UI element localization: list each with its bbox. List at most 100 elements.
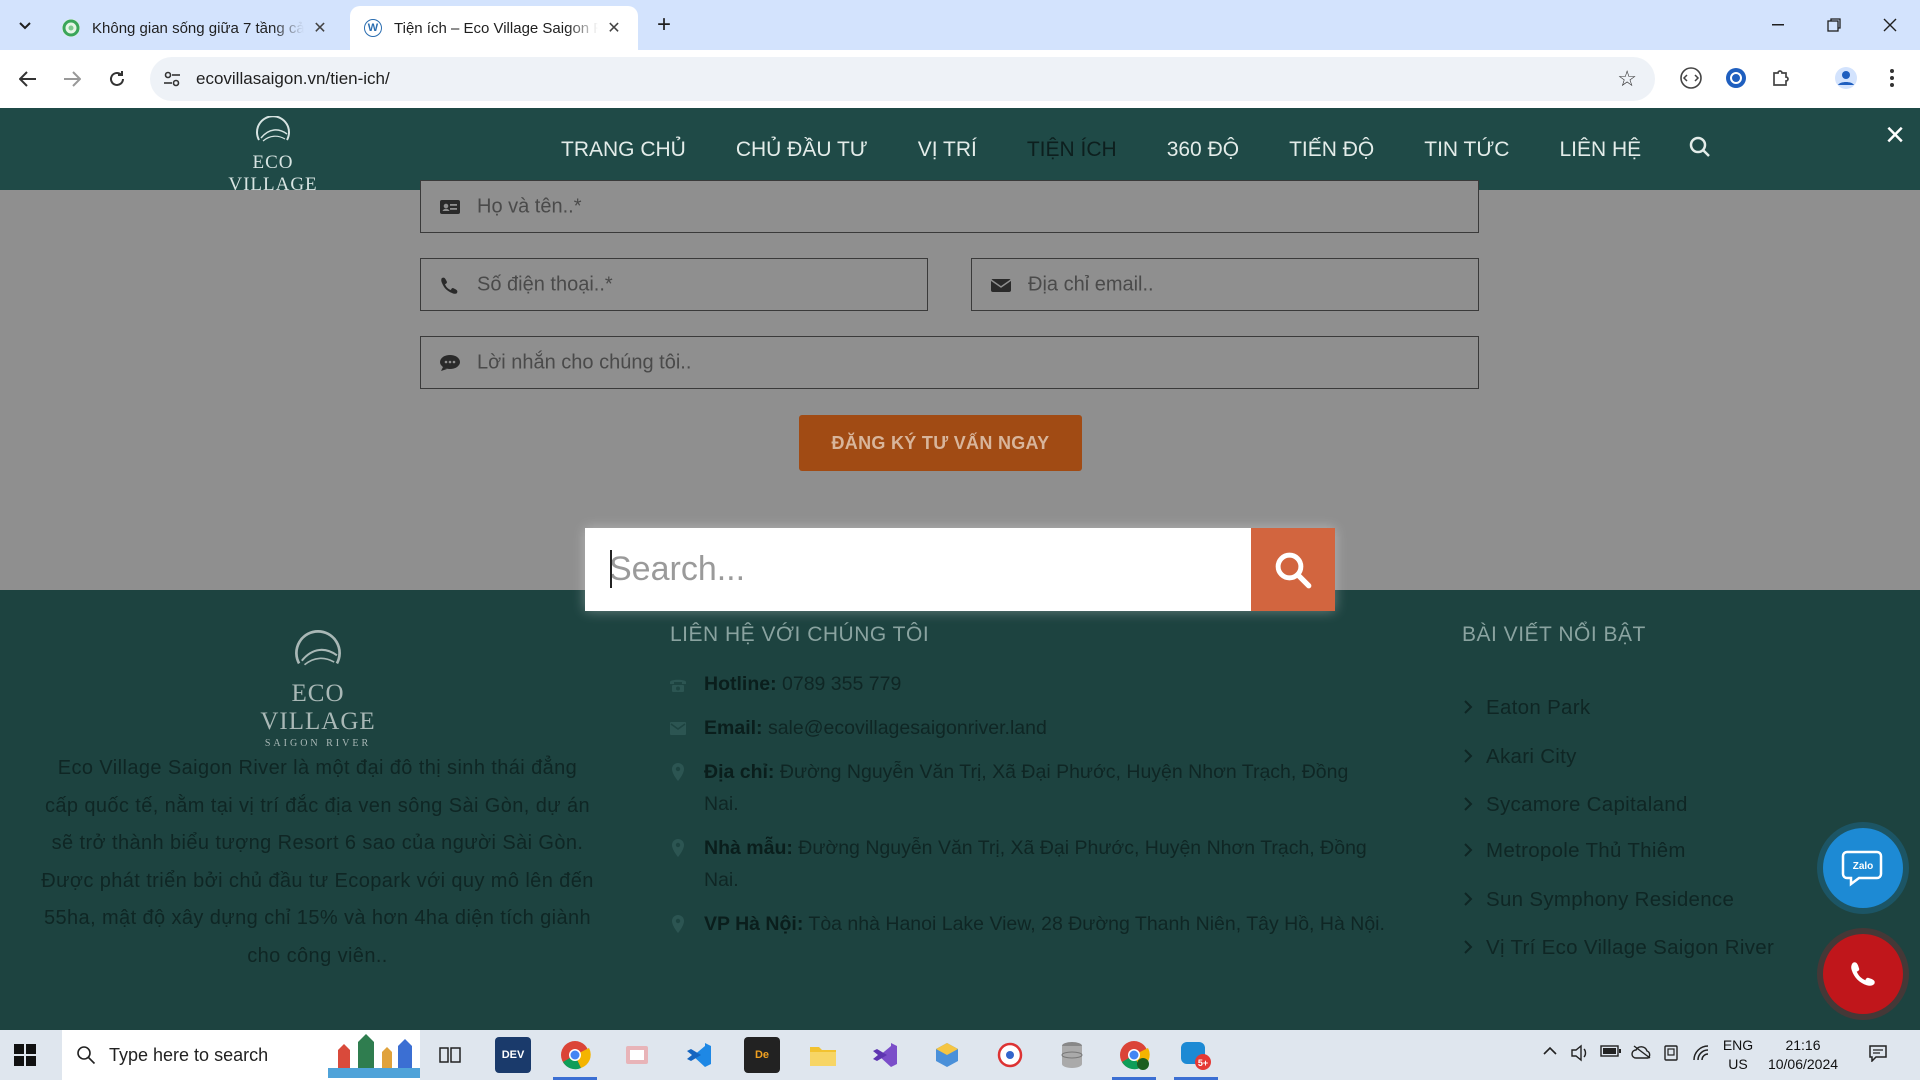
wifi-icon[interactable] [1692, 1044, 1712, 1065]
phone-icon [670, 679, 686, 692]
onedrive-icon[interactable] [1631, 1044, 1653, 1063]
hotline-value[interactable]: 0789 355 779 [782, 673, 901, 695]
search-input[interactable] [585, 528, 1251, 611]
post-link[interactable]: Akari City [1462, 745, 1577, 769]
chrome-icon[interactable] [557, 1037, 593, 1073]
text-caret [610, 550, 612, 588]
about-text: Eco Village Saigon River là một đại đô t… [41, 757, 594, 967]
phone-field[interactable]: Số điện thoại..* [420, 258, 928, 311]
post-link[interactable]: Vị Trí Eco Village Saigon River [1462, 936, 1774, 960]
visual-studio-icon[interactable] [867, 1037, 903, 1073]
clock-time: 21:16 [1785, 1037, 1821, 1053]
3d-app-icon[interactable] [929, 1037, 965, 1073]
database-icon[interactable] [1054, 1037, 1090, 1073]
call-button[interactable] [1823, 934, 1903, 1014]
email-placeholder: Địa chỉ email.. [1028, 273, 1154, 295]
phone-placeholder: Số điện thoại..* [477, 273, 613, 295]
chrome-profile-icon[interactable] [1116, 1037, 1152, 1073]
name-field[interactable]: Họ và tên..* [420, 180, 1479, 233]
search-icon [1275, 552, 1312, 588]
post-link[interactable]: Sycamore Capitaland [1462, 793, 1688, 817]
forward-button[interactable] [56, 63, 88, 95]
minimize-button[interactable] [1750, 0, 1806, 50]
id-card-icon [440, 199, 460, 214]
password-extension-icon[interactable] [1722, 64, 1750, 92]
address-label: Địa chỉ: [704, 761, 775, 783]
snipping-tool-icon[interactable] [619, 1037, 655, 1073]
tab-inactive[interactable]: Không gian sống giữa 7 tầng cảnh quan ✕ [48, 6, 344, 50]
nav-item-chu-dau-tu[interactable]: CHỦ ĐẦU TƯ [736, 138, 868, 162]
close-search-overlay-button[interactable]: × [1880, 118, 1910, 152]
close-tab-icon[interactable]: ✕ [604, 18, 624, 38]
nav-item-trang-chu[interactable]: TRANG CHỦ [561, 138, 686, 162]
task-view-icon[interactable] [432, 1037, 468, 1073]
register-consult-button[interactable]: ĐĂNG KÝ TƯ VẤN NGAY [799, 415, 1082, 471]
tab-search-button[interactable] [10, 11, 40, 41]
vscode-icon[interactable] [681, 1037, 717, 1073]
restore-button[interactable] [1806, 0, 1862, 50]
file-explorer-icon[interactable] [805, 1037, 841, 1073]
chevron-right-icon [1464, 700, 1473, 714]
hanoi-office-label: VP Hà Nội: [704, 913, 804, 935]
nav-item-tien-do[interactable]: TIẾN ĐỘ [1289, 138, 1374, 162]
post-link[interactable]: Metropole Thủ Thiêm [1462, 839, 1686, 863]
email-field[interactable]: Địa chỉ email.. [971, 258, 1479, 311]
nav-item-tin-tuc[interactable]: TIN TỨC [1424, 138, 1509, 162]
message-field[interactable]: Lời nhắn cho chúng tôi.. [420, 336, 1479, 389]
region-code: US [1728, 1056, 1748, 1072]
search-icon [77, 1046, 96, 1065]
wordpress-icon: W [364, 19, 382, 37]
nav-item-lien-he[interactable]: LIÊN HỆ [1559, 138, 1641, 162]
network-app-icon[interactable] [992, 1037, 1028, 1073]
nav-item-360-do[interactable]: 360 ĐỘ [1167, 138, 1239, 162]
post-link[interactable]: Sun Symphony Residence [1462, 888, 1734, 912]
close-window-button[interactable] [1862, 0, 1918, 50]
new-tab-button[interactable]: + [650, 11, 678, 39]
windows-start-icon[interactable] [14, 1044, 36, 1066]
tab-active[interactable]: W Tiện ích – Eco Village Saigon River ✕ [350, 6, 638, 50]
chevron-right-icon [1464, 940, 1473, 954]
site-settings-icon[interactable] [162, 69, 182, 89]
back-button[interactable] [12, 63, 44, 95]
extension-icon[interactable] [1677, 64, 1705, 92]
zalo-taskbar-icon[interactable]: 5+ [1178, 1037, 1214, 1073]
bookmark-star-icon[interactable]: ☆ [1617, 66, 1637, 92]
nav-item-vi-tri[interactable]: VỊ TRÍ [918, 138, 977, 162]
chat-bubble-icon [440, 354, 460, 371]
post-link[interactable]: Eaton Park [1462, 696, 1590, 720]
post-title: Eaton Park [1486, 696, 1591, 719]
hotline-label: Hotline: [704, 673, 777, 695]
phone-icon [1851, 962, 1875, 986]
featured-posts-heading: BÀI VIẾT NỔI BẬT [1462, 623, 1646, 646]
windows-taskbar: Type here to search DEV De 5+ ENG US 21:… [0, 1030, 1920, 1080]
taskbar-clock[interactable]: 21:16 10/06/2024 [1760, 1036, 1846, 1074]
zalo-label: Zalo [1853, 861, 1874, 872]
site-header: ECO VILLAGE SAIGON RIVER TRANG CHỦ CHỦ Đ… [0, 108, 1920, 207]
dev-app-icon[interactable]: De [744, 1037, 780, 1073]
chevron-right-icon [1464, 892, 1473, 906]
show-hidden-icons-icon[interactable] [1542, 1044, 1558, 1060]
contact-model-house: Nhà mẫu: Đường Nguyễn Văn Trị, Xã Đại Ph… [668, 832, 1388, 896]
battery-icon[interactable] [1600, 1044, 1622, 1061]
taskbar-search-box[interactable]: Type here to search [62, 1030, 420, 1080]
speaker-icon[interactable] [1570, 1044, 1590, 1065]
post-title: Sycamore Capitaland [1486, 793, 1688, 816]
input-language[interactable]: ENG US [1720, 1036, 1756, 1074]
search-icon[interactable] [1688, 135, 1712, 159]
chevron-down-icon [19, 22, 31, 30]
model-house-value: Đường Nguyễn Văn Trị, Xã Đại Phước, Huyệ… [704, 837, 1367, 891]
arrow-left-icon [19, 71, 36, 87]
device-icon[interactable] [1662, 1044, 1680, 1065]
puzzle-extensions-icon[interactable] [1767, 64, 1795, 92]
zalo-chat-button[interactable]: Zalo [1823, 828, 1903, 908]
close-tab-icon[interactable]: ✕ [310, 18, 330, 38]
profile-avatar-icon[interactable] [1832, 64, 1860, 92]
address-bar[interactable]: ecovillasaigon.vn/tien-ich/ ☆ [150, 57, 1655, 101]
notifications-icon[interactable] [1868, 1044, 1888, 1065]
email-value[interactable]: sale@ecovillagesaigonriver.land [768, 717, 1047, 739]
devc-app-icon[interactable]: DEV [495, 1037, 531, 1073]
reload-button[interactable] [101, 63, 133, 95]
search-submit-button[interactable] [1251, 528, 1335, 611]
nav-item-tien-ich[interactable]: TIỆN ÍCH [1027, 138, 1117, 162]
more-menu-icon[interactable] [1878, 64, 1906, 92]
